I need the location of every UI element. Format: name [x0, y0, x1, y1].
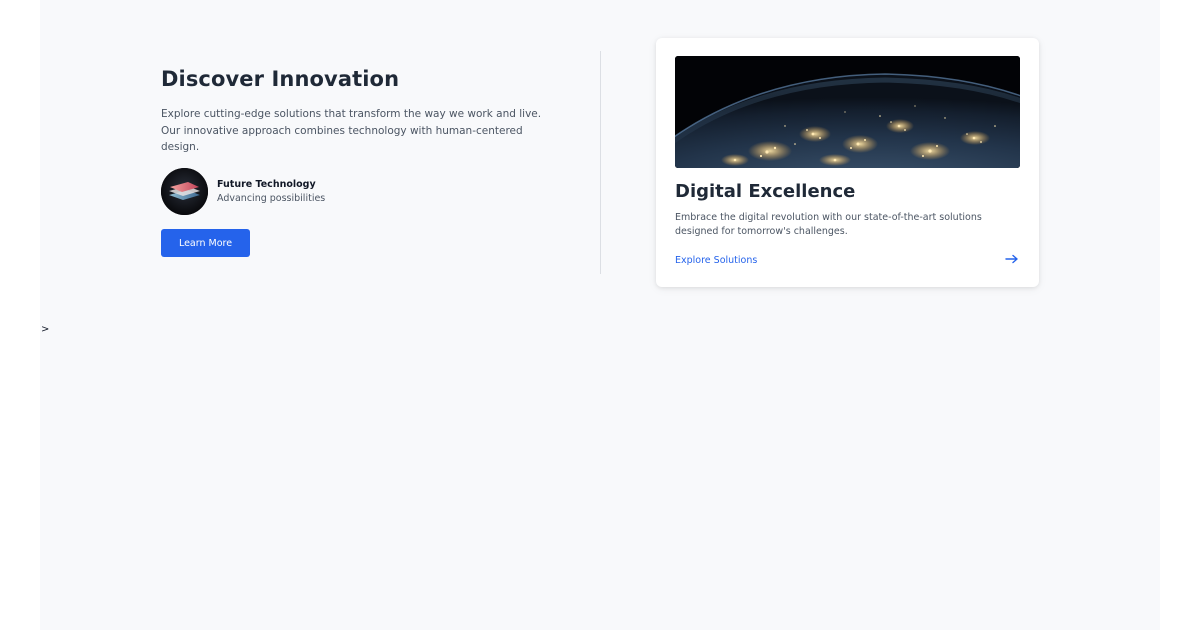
- author-block: Future Technology Advancing possibilitie…: [161, 168, 325, 215]
- explore-solutions-link[interactable]: Explore Solutions: [675, 254, 757, 268]
- learn-more-button[interactable]: Learn More: [161, 229, 250, 257]
- hero-title: Discover Innovation: [161, 67, 400, 91]
- feature-card: Digital Excellence Embrace the digital r…: [656, 38, 1039, 287]
- earth-night-lights-image: [675, 56, 1020, 168]
- arrow-right-icon[interactable]: [1004, 251, 1020, 267]
- hero-section: Discover Innovation Explore cutting-edge…: [161, 64, 561, 257]
- author-name: Future Technology: [217, 178, 316, 190]
- stray-text: >: [41, 324, 50, 335]
- earth-night-icon: [675, 56, 1020, 168]
- avatar: [161, 168, 208, 215]
- hero-description: Explore cutting-edge solutions that tran…: [161, 108, 542, 153]
- author-tagline: Advancing possibilities: [217, 192, 326, 204]
- card-description: Embrace the digital revolution with our …: [675, 212, 982, 237]
- page-container: Discover Innovation Explore cutting-edge…: [40, 0, 1160, 630]
- card-title: Digital Excellence: [675, 181, 856, 202]
- author-text: Future Technology Advancing possibilitie…: [217, 178, 325, 206]
- vertical-divider: [600, 51, 601, 274]
- abstract-layers-icon: [161, 168, 208, 215]
